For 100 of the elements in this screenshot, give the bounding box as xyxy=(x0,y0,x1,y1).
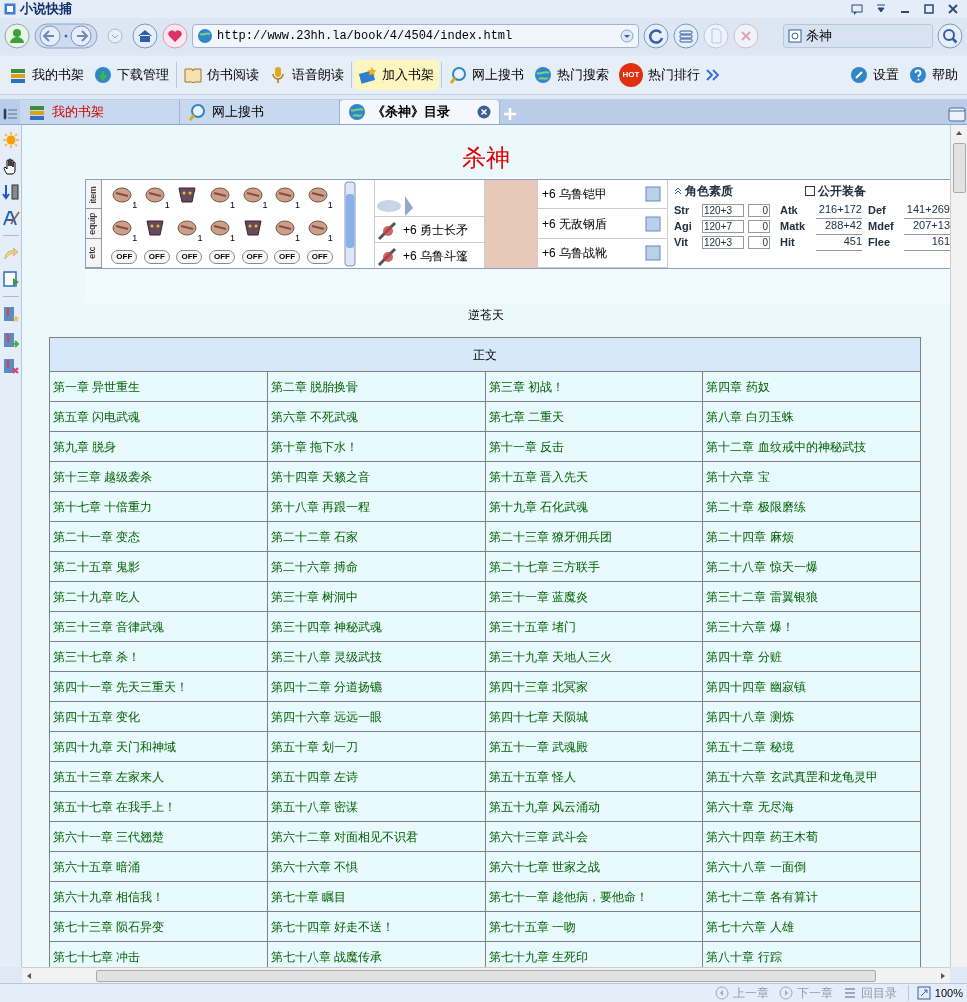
dropdown-icon[interactable] xyxy=(875,3,887,15)
chapter-link[interactable]: 第七章 二重天 xyxy=(488,409,564,424)
tab[interactable]: 网上搜书 xyxy=(180,100,340,125)
home-icon[interactable] xyxy=(132,22,158,49)
chapter-link[interactable]: 第二十一章 变态 xyxy=(53,529,141,544)
chapter-link[interactable]: 第二十二章 石家 xyxy=(270,529,359,544)
scrollbar-thumb[interactable] xyxy=(96,969,876,982)
chapter-link[interactable]: 第二十九章 吃人 xyxy=(53,589,141,604)
chapter-link[interactable]: 第十六章 宝 xyxy=(706,469,770,484)
item-count: 1 xyxy=(327,200,333,210)
stat-name: Flee xyxy=(868,234,891,250)
maximize-icon[interactable] xyxy=(923,3,935,15)
stat-value: 216+172 xyxy=(816,201,862,219)
user-icon[interactable] xyxy=(4,22,30,49)
toolbar-button[interactable]: 语音朗读 xyxy=(264,60,349,90)
search-field[interactable]: 杀神 xyxy=(783,23,933,48)
scroll-down-icon[interactable] xyxy=(1,183,20,202)
chapter-link[interactable]: 第五十二章 秘境 xyxy=(706,739,794,754)
chapter-link[interactable]: 第二十四章 麻烦 xyxy=(706,529,794,544)
chapter-link[interactable]: 第二章 脱胎换骨 xyxy=(270,379,359,394)
item-count: 1 xyxy=(197,234,203,244)
chapter-link[interactable]: 第九章 脱身 xyxy=(53,439,117,454)
toolbar-button[interactable]: HOT 热门排行 xyxy=(614,60,705,90)
chapter-link[interactable]: 第四章 药奴 xyxy=(706,379,770,394)
bookmark-arrow-icon[interactable] xyxy=(1,331,20,350)
pen-icon[interactable] xyxy=(1,209,20,228)
inventory-tab[interactable]: equip xyxy=(86,209,101,239)
document-play-icon[interactable] xyxy=(1,270,20,289)
toolbar-button[interactable]: 我的书架 xyxy=(4,60,89,90)
toolbar-button[interactable]: 热门搜索 xyxy=(529,60,614,90)
vertical-scrollbar[interactable] xyxy=(950,125,967,968)
close-icon[interactable] xyxy=(477,105,491,120)
chapter-link[interactable]: 第六十章 无尽海 xyxy=(706,799,794,814)
item-count: 1 xyxy=(132,200,138,210)
chapter-link[interactable]: 第七十五章 一吻 xyxy=(488,919,576,934)
chapter-link[interactable]: 第三十六章 爆！ xyxy=(706,619,794,634)
refresh-icon[interactable] xyxy=(643,22,669,49)
chapter-link[interactable]: 第六十五章 暗涌 xyxy=(53,859,141,874)
chapter-link[interactable]: 第五十八章 密谋 xyxy=(270,799,359,814)
chapter-link[interactable]: 第四十章 分赃 xyxy=(706,649,782,664)
toolbar-button[interactable]: 设置 xyxy=(845,60,904,90)
item-drawing xyxy=(241,217,264,238)
chapter-link[interactable]: 第六章 不死武魂 xyxy=(270,409,359,424)
item-count: 1 xyxy=(295,234,301,244)
chapter-link[interactable]: 第七十章 瞩目 xyxy=(270,889,347,904)
checkbox-icon[interactable] xyxy=(805,186,815,197)
window-icon[interactable] xyxy=(947,106,967,125)
chapter-link[interactable]: 第三十七章 杀！ xyxy=(53,649,141,664)
inventory-tab[interactable]: etc xyxy=(86,238,101,269)
back-forward-icon[interactable] xyxy=(34,22,98,49)
chapter-link[interactable]: 第三十五章 堵门 xyxy=(488,619,576,634)
toolbar-button[interactable]: 加入书架 xyxy=(354,60,439,90)
toolbar-button[interactable]: 下载管理 xyxy=(89,60,174,90)
feedback-icon[interactable] xyxy=(851,3,863,15)
zoom-icon[interactable] xyxy=(916,986,931,1000)
search-icon[interactable] xyxy=(937,22,963,49)
chapter-link[interactable]: 第三章 初战！ xyxy=(488,379,564,394)
chapter-link[interactable]: 第二十五章 鬼影 xyxy=(53,559,141,574)
chapter-link[interactable]: 第五章 闪电武魂 xyxy=(53,409,141,424)
chapter-link[interactable]: 第六十六章 不惧 xyxy=(270,859,359,874)
toolbar-button[interactable]: 帮助 xyxy=(904,60,963,90)
horizontal-scrollbar[interactable] xyxy=(22,967,950,983)
chapter-link[interactable]: 第十章 拖下水！ xyxy=(270,439,359,454)
chapter-link[interactable]: 第二十六章 搏命 xyxy=(270,559,359,574)
chapter-link[interactable]: 第五十四章 左诗 xyxy=(270,769,359,784)
off-toggle[interactable]: OFF xyxy=(111,250,138,265)
item-count: 1 xyxy=(295,200,301,210)
chapter-link[interactable]: 第五十章 划一刀 xyxy=(270,739,359,754)
stat-name: Atk xyxy=(780,202,799,218)
inventory-tab[interactable]: item xyxy=(86,180,101,210)
chapter-link[interactable]: 第五十五章 怪人 xyxy=(488,769,576,784)
item-drawing xyxy=(274,217,297,238)
item-drawing xyxy=(143,217,166,238)
chapter-link[interactable]: 第三十章 树洞中 xyxy=(270,589,359,604)
off-toggle[interactable]: OFF xyxy=(306,250,333,265)
scrollbar-thumb[interactable] xyxy=(952,143,966,194)
off-toggle[interactable]: OFF xyxy=(241,250,268,265)
list-icon[interactable] xyxy=(673,22,699,49)
bookmark-star-icon[interactable] xyxy=(1,305,20,324)
tab[interactable]: 我的书架 xyxy=(20,100,180,125)
chapter-link[interactable]: 第一章 异世重生 xyxy=(53,379,141,394)
off-toggle[interactable]: OFF xyxy=(176,250,203,265)
chapter-link[interactable]: 第七十六章 人雄 xyxy=(706,919,794,934)
off-toggle[interactable]: OFF xyxy=(143,250,170,265)
toolbar-button[interactable]: 网上搜书 xyxy=(444,60,529,90)
bookmark-delete-icon[interactable] xyxy=(1,357,20,376)
chapter-link[interactable]: 第十一章 反击 xyxy=(488,439,564,454)
address-bar[interactable]: http://www.23hh.la/book/4/4504/index.html xyxy=(192,23,639,48)
toolbar-button[interactable]: 仿书阅读 xyxy=(179,60,264,90)
chapter-link[interactable]: 第八章 白刃玉蛛 xyxy=(706,409,794,424)
collapse-icon[interactable] xyxy=(674,187,682,196)
chapter-link[interactable]: 第八十章 行踪 xyxy=(706,949,782,964)
off-toggle[interactable]: OFF xyxy=(208,250,235,265)
close-icon[interactable] xyxy=(947,3,959,15)
tab[interactable]: 《杀神》目录 xyxy=(340,100,500,125)
double-chevron-icon[interactable] xyxy=(705,68,721,82)
off-toggle[interactable]: OFF xyxy=(274,250,301,265)
stat-name: Vit xyxy=(674,234,689,250)
chapter-link[interactable]: 第四十五章 变化 xyxy=(53,709,141,724)
chapter-link[interactable]: 第四十八章 测炼 xyxy=(706,709,794,724)
